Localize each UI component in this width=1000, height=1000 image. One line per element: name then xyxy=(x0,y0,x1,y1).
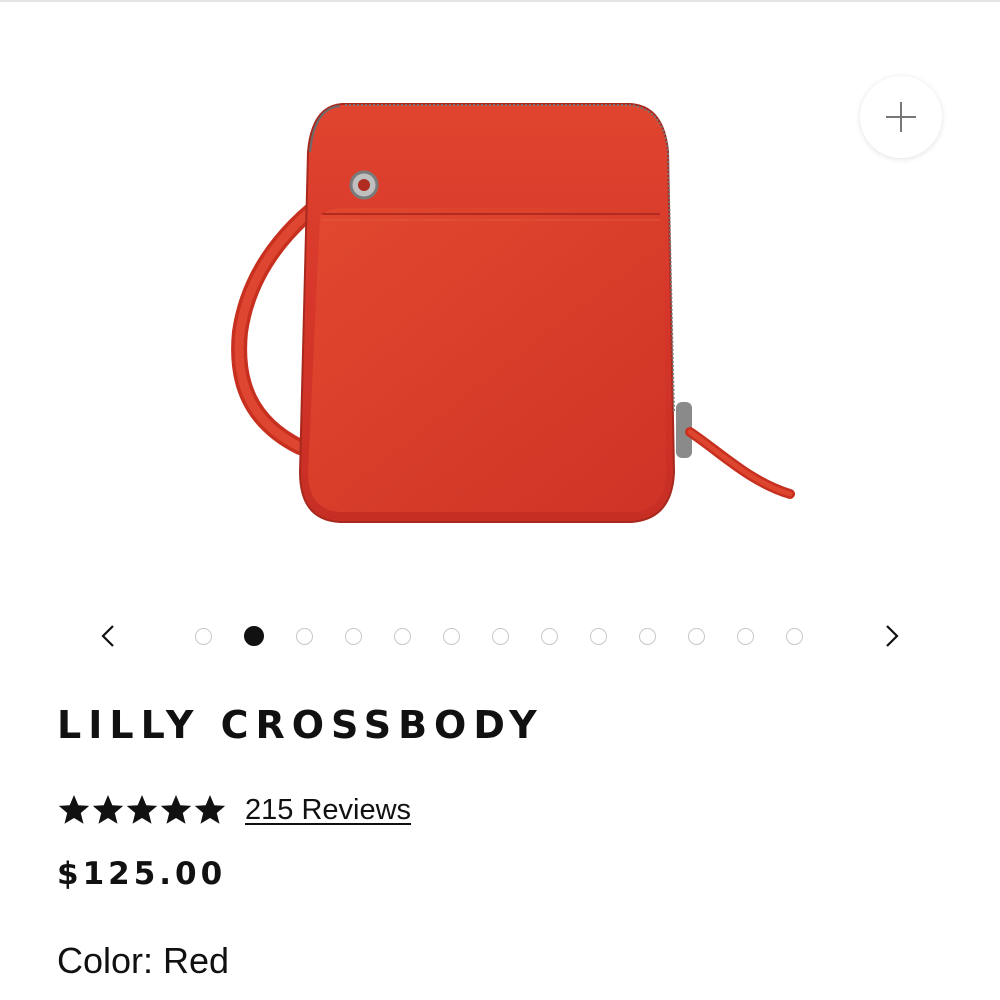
pagination-dot[interactable] xyxy=(296,627,313,645)
chevron-right-icon xyxy=(886,625,899,647)
pagination-dot[interactable] xyxy=(195,627,212,645)
selected-color-label: Color: Red xyxy=(57,940,230,981)
star-icon xyxy=(194,795,226,824)
pagination-dot[interactable] xyxy=(590,627,607,645)
pagination-dot[interactable] xyxy=(394,627,411,645)
pagination-dot[interactable] xyxy=(345,627,362,645)
star-icon xyxy=(160,795,192,824)
reviews-link[interactable]: 215 Reviews xyxy=(245,794,411,827)
product-image[interactable] xyxy=(0,2,1000,592)
chevron-left-icon xyxy=(101,625,114,647)
pagination-dot[interactable] xyxy=(639,627,656,645)
pagination-dot[interactable] xyxy=(688,627,705,645)
zoom-button[interactable] xyxy=(860,76,942,158)
pagination-dot[interactable] xyxy=(786,627,803,645)
gallery-pagination xyxy=(195,625,835,647)
product-title: LILLY CROSSBODY xyxy=(57,703,544,747)
pagination-dot[interactable] xyxy=(541,627,558,645)
pagination-dot[interactable] xyxy=(443,627,460,645)
product-gallery xyxy=(0,2,1000,592)
pagination-dot[interactable] xyxy=(492,627,509,645)
plus-icon xyxy=(886,102,916,132)
star-icon xyxy=(126,795,158,824)
product-price: $125.00 xyxy=(57,856,227,892)
next-image-button[interactable] xyxy=(872,618,912,654)
star-icon xyxy=(58,795,90,824)
previous-image-button[interactable] xyxy=(88,618,128,654)
product-rating: 215 Reviews xyxy=(57,790,411,830)
pagination-dot-active[interactable] xyxy=(244,626,264,646)
pagination-dot[interactable] xyxy=(737,627,754,645)
star-rating xyxy=(57,793,227,827)
star-icon xyxy=(92,795,124,824)
